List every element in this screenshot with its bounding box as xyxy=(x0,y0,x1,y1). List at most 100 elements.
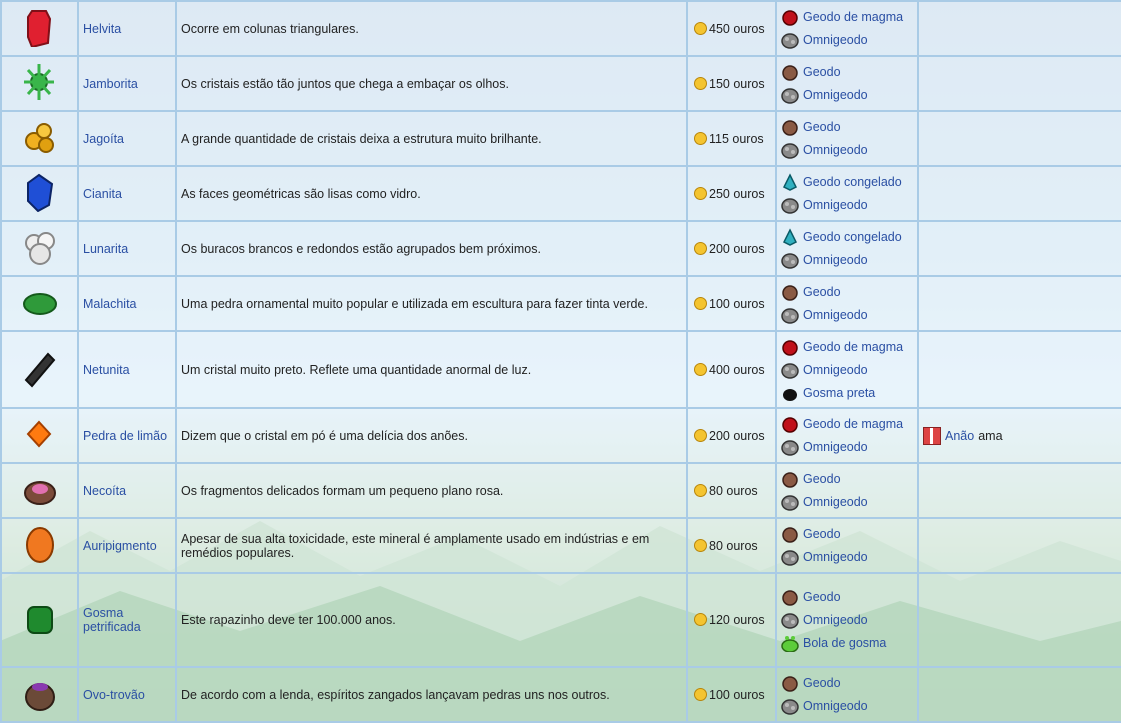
omni-geode-icon[interactable] xyxy=(781,697,799,715)
source-link[interactable]: Omnigeodo xyxy=(803,308,868,322)
gold-coin-icon xyxy=(694,296,707,310)
source-link[interactable]: Geodo xyxy=(803,65,841,79)
geode-icon[interactable] xyxy=(781,283,799,301)
mineral-image[interactable] xyxy=(0,55,79,112)
mineral-name-link[interactable]: Necoíta xyxy=(83,484,126,498)
omni-geode-icon[interactable] xyxy=(781,31,799,49)
geode-icon[interactable] xyxy=(781,118,799,136)
mineral-name-link[interactable]: Gosma petrificada xyxy=(83,606,141,634)
geode-icon[interactable] xyxy=(781,63,799,81)
mineral-name-link[interactable]: Malachita xyxy=(83,297,137,311)
frozen-geode-icon[interactable] xyxy=(781,228,799,246)
mineral-image[interactable] xyxy=(0,165,79,222)
source-link[interactable]: Geodo xyxy=(803,590,841,604)
source-item: Gosma preta xyxy=(781,381,913,404)
gift-preferences xyxy=(917,110,1121,167)
mineral-image[interactable] xyxy=(0,275,79,332)
mineral-price: 115 ouros xyxy=(686,110,777,167)
source-link[interactable]: Omnigeodo xyxy=(803,495,868,509)
omni-geode-icon[interactable] xyxy=(781,548,799,566)
table-row: Malachita Uma pedra ornamental muito popu… xyxy=(0,275,1121,332)
source-link[interactable]: Geodo xyxy=(803,676,841,690)
omni-geode-icon[interactable] xyxy=(781,438,799,456)
price-text: 115 ouros xyxy=(709,131,764,146)
source-link[interactable]: Geodo de magma xyxy=(803,10,903,24)
mineral-name-link[interactable]: Helvita xyxy=(83,22,121,36)
mineral-image[interactable] xyxy=(0,0,79,57)
omni-geode-icon[interactable] xyxy=(781,493,799,511)
black-slime-icon[interactable] xyxy=(781,384,799,402)
mineral-image[interactable] xyxy=(0,666,79,723)
mineral-name-link[interactable]: Jamborita xyxy=(83,77,138,91)
source-link[interactable]: Omnigeodo xyxy=(803,198,868,212)
slime-ball-icon[interactable] xyxy=(781,634,799,653)
mineral-name-link[interactable]: Pedra de limão xyxy=(83,429,167,443)
frozen-geode-icon[interactable] xyxy=(781,173,799,191)
source-link[interactable]: Omnigeodo xyxy=(803,33,868,47)
source-link[interactable]: Geodo congelado xyxy=(803,175,902,189)
source-link[interactable]: Geodo congelado xyxy=(803,230,902,244)
mineral-name-cell: Necoíta xyxy=(77,462,177,519)
geode-icon[interactable] xyxy=(781,470,799,488)
geode-icon[interactable] xyxy=(781,588,799,606)
source-link[interactable]: Omnigeodo xyxy=(803,699,868,713)
table-row: Ovo-trovão De acordo com a lenda, espírit… xyxy=(0,666,1121,723)
mineral-name-cell: Netunita xyxy=(77,330,177,409)
magma-geode-icon[interactable] xyxy=(781,338,799,356)
mineral-name-cell: Ovo-trovão xyxy=(77,666,177,723)
mineral-image[interactable] xyxy=(0,462,79,519)
source-link[interactable]: Omnigeodo xyxy=(803,363,868,377)
source-link[interactable]: Omnigeodo xyxy=(803,440,868,454)
source-link[interactable]: Omnigeodo xyxy=(803,88,868,102)
source-item: Geodo congelado xyxy=(781,226,913,249)
magma-geode-icon[interactable] xyxy=(781,415,799,433)
geode-icon[interactable] xyxy=(781,525,799,543)
mineral-image[interactable] xyxy=(0,110,79,167)
source-link[interactable]: Omnigeodo xyxy=(803,143,868,157)
omni-geode-icon[interactable] xyxy=(781,141,799,159)
source-link[interactable]: Omnigeodo xyxy=(803,550,868,564)
omni-geode-icon[interactable] xyxy=(781,251,799,269)
gold-coin-icon xyxy=(694,21,707,35)
mineral-price: 100 ouros xyxy=(686,275,777,332)
omni-geode-icon[interactable] xyxy=(781,611,799,629)
mineral-name-link[interactable]: Auripigmento xyxy=(83,539,157,553)
geode-icon[interactable] xyxy=(781,674,799,692)
mineral-image[interactable] xyxy=(0,407,79,464)
source-link[interactable]: Geodo xyxy=(803,285,841,299)
mineral-name-link[interactable]: Netunita xyxy=(83,363,130,377)
source-item: Omnigeodo xyxy=(781,358,913,381)
mineral-name-link[interactable]: Ovo-trovão xyxy=(83,688,145,702)
mineral-image[interactable] xyxy=(0,517,79,574)
mineral-name-cell: Gosma petrificada xyxy=(77,572,177,668)
mineral-image[interactable] xyxy=(0,572,79,668)
mineral-description: Os buracos brancos e redondos estão agru… xyxy=(175,220,688,277)
mineral-sources: Geodo de magma Omnigeodo xyxy=(775,0,919,57)
source-link[interactable]: Omnigeodo xyxy=(803,253,868,267)
omni-geode-icon[interactable] xyxy=(781,196,799,214)
mineral-image[interactable] xyxy=(0,220,79,277)
mineral-name-link[interactable]: Cianita xyxy=(83,187,122,201)
magma-geode-icon[interactable] xyxy=(781,8,799,26)
npc-link[interactable]: Anão xyxy=(945,429,974,443)
mineral-name-cell: Auripigmento xyxy=(77,517,177,574)
mineral-name-link[interactable]: Jagoíta xyxy=(83,132,124,146)
source-link[interactable]: Gosma preta xyxy=(803,386,875,400)
omni-geode-icon[interactable] xyxy=(781,306,799,324)
source-link[interactable]: Geodo xyxy=(803,472,841,486)
source-link[interactable]: Geodo xyxy=(803,527,841,541)
source-link[interactable]: Geodo de magma xyxy=(803,340,903,354)
gift-preferences xyxy=(917,220,1121,277)
mineral-image[interactable] xyxy=(0,330,79,409)
omni-geode-icon[interactable] xyxy=(781,361,799,379)
mineral-sources: Geodo Omnigeodo xyxy=(775,517,919,574)
gold-coin-icon xyxy=(694,186,707,200)
source-item: Geodo de magma xyxy=(781,6,913,29)
source-link[interactable]: Geodo xyxy=(803,120,841,134)
source-link[interactable]: Bola de gosma xyxy=(803,636,886,650)
source-link[interactable]: Omnigeodo xyxy=(803,613,868,627)
mineral-description: De acordo com a lenda, espíritos zangado… xyxy=(175,666,688,723)
omni-geode-icon[interactable] xyxy=(781,86,799,104)
mineral-name-link[interactable]: Lunarita xyxy=(83,242,128,256)
source-link[interactable]: Geodo de magma xyxy=(803,417,903,431)
